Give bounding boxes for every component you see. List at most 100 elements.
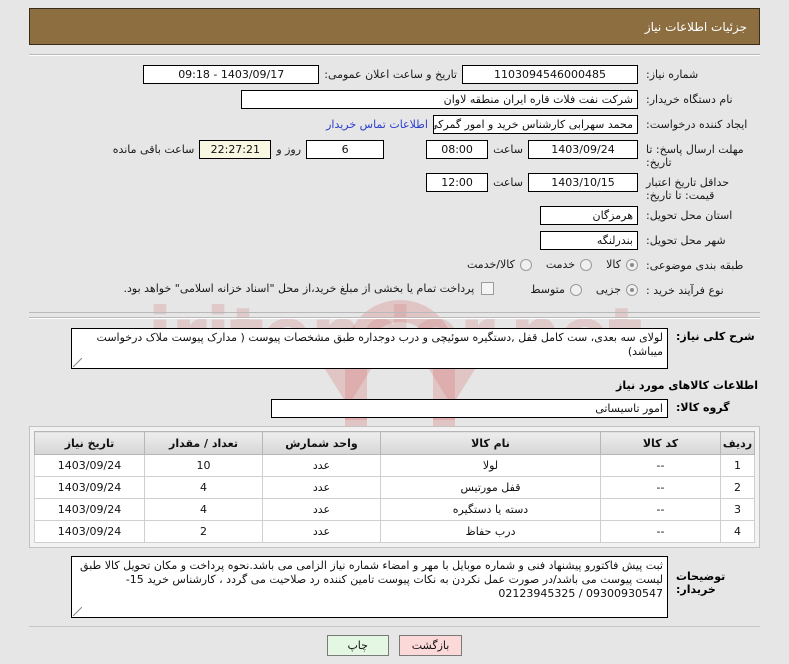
buyer-contact-link[interactable]: اطلاعات تماس خریدار — [321, 118, 433, 131]
buyer-organization-field[interactable]: شرکت نفت فلات قاره ایران منطقه لاوان — [241, 90, 638, 109]
print-button[interactable]: چاپ — [326, 635, 389, 656]
countdown-field[interactable]: 22:27:21 — [199, 140, 272, 159]
cell-need-date: 1403/09/24 — [34, 454, 145, 477]
radio-process-medium-label: متوسط — [530, 283, 565, 296]
request-creator-field[interactable]: محمد سهرابی کارشناس خرید و امور گمرکی شر… — [433, 115, 638, 134]
radio-dot-icon — [626, 258, 638, 271]
radio-category-goods[interactable]: کالا — [606, 258, 638, 271]
footer-button-bar: بازگشت چاپ — [0, 635, 789, 656]
cell-radif: 3 — [720, 498, 755, 521]
cell-unit: عدد — [262, 454, 381, 477]
column-header-unit: واحد شمارش — [262, 431, 381, 455]
table-row: 4 -- درب حفاظ عدد 2 1403/09/24 — [34, 520, 755, 543]
column-header-name: نام کالا — [380, 431, 601, 455]
radio-category-service-label: خدمت — [545, 258, 576, 271]
announce-datetime-label: تاریخ و ساعت اعلان عمومی: — [324, 68, 457, 81]
cell-radif: 2 — [720, 476, 755, 499]
need-number-field[interactable]: 1103094546000485 — [462, 65, 638, 84]
row-delivery-province: استان محل تحویل: هرمزگان — [29, 206, 760, 227]
general-description-textarea[interactable]: لولای سه بعدی، ست کامل قفل ,دستگیره سوئی… — [71, 328, 668, 369]
row-reply-deadline: مهلت ارسال پاسخ: تا تاریخ: 1403/09/24 سا… — [29, 140, 760, 169]
buyer-organization-label: نام دستگاه خریدار: — [646, 93, 733, 106]
remaining-days-field[interactable]: 6 — [306, 140, 385, 159]
row-price-validity: حداقل تاریخ اعتبار قیمت: تا تاریخ: 1403/… — [29, 173, 760, 202]
page-header-bar: جزئیات اطلاعات نیاز — [29, 8, 760, 45]
table-row: 1 -- لولا عدد 10 1403/09/24 — [34, 454, 755, 477]
reply-deadline-label: مهلت ارسال پاسخ: تا تاریخ: — [646, 143, 744, 169]
page-title: جزئیات اطلاعات نیاز — [644, 19, 747, 34]
purchase-process-radio-group: جزیی متوسط — [516, 281, 638, 296]
divider-above-buttons — [29, 626, 760, 627]
column-header-radif: ردیف — [720, 431, 755, 455]
delivery-province-label: استان محل تحویل: — [646, 209, 733, 222]
need-info-panel: شماره نیاز: 1103094546000485 تاریخ و ساع… — [29, 54, 760, 313]
cell-need-date: 1403/09/24 — [34, 498, 145, 521]
goods-group-label: گروه کالا: — [676, 401, 730, 414]
row-request-creator: ایجاد کننده درخواست: محمد سهرابی کارشناس… — [29, 115, 760, 136]
general-description-section: شرح کلی نیاز: لولای سه بعدی، ست کامل قفل… — [29, 319, 760, 369]
radio-category-service[interactable]: خدمت — [545, 258, 593, 271]
column-header-quantity: تعداد / مقدار — [144, 431, 263, 455]
row-delivery-city: شهر محل تحویل: بندرلنگه — [29, 231, 760, 252]
radio-process-minor-label: جزیی — [595, 283, 621, 296]
request-creator-label: ایجاد کننده درخواست: — [646, 118, 748, 131]
cell-unit: عدد — [262, 520, 381, 543]
subject-classification-radio-group: کالا خدمت کالا/خدمت — [453, 256, 638, 271]
goods-table-wrapper: ردیف کد کالا نام کالا واحد شمارش تعداد /… — [29, 426, 760, 548]
cell-radif: 1 — [720, 454, 755, 477]
table-row: 2 -- قفل مورتیس عدد 4 1403/09/24 — [34, 476, 755, 499]
checkbox-icon[interactable] — [481, 282, 495, 295]
reply-deadline-time-label: ساعت — [493, 143, 523, 156]
remaining-days-label: روز و — [276, 143, 302, 156]
goods-section-title: اطلاعات کالاهای مورد نیاز — [616, 379, 758, 392]
delivery-city-field[interactable]: بندرلنگه — [540, 231, 638, 250]
resize-grip-icon[interactable] — [73, 607, 82, 616]
cell-quantity: 4 — [144, 476, 263, 499]
cell-code: -- — [600, 454, 721, 477]
need-number-label: شماره نیاز: — [646, 68, 699, 81]
general-description-label: شرح کلی نیاز: — [676, 330, 755, 343]
buyer-notes-section: توضیحات خریدار: ثبت پیش فاکتورو پیشنهاد … — [29, 548, 760, 618]
cell-quantity: 4 — [144, 498, 263, 521]
radio-dot-icon — [519, 258, 532, 271]
goods-table: ردیف کد کالا نام کالا واحد شمارش تعداد /… — [34, 431, 755, 543]
treasury-bond-checkbox-label: پرداخت تمام یا بخشی از مبلغ خرید،از محل … — [123, 282, 475, 295]
cell-quantity: 2 — [144, 520, 263, 543]
purchase-process-label: نوع فرآیند خرید : — [646, 284, 724, 297]
radio-category-goods-service-label: کالا/خدمت — [467, 258, 515, 271]
goods-group-section: گروه کالا: امور تاسیساتی — [29, 392, 760, 418]
page-root: جزئیات اطلاعات نیاز شماره نیاز: 11030945… — [0, 8, 789, 664]
treasury-bond-checkbox-wrap[interactable]: پرداخت تمام یا بخشی از مبلغ خرید،از محل … — [124, 282, 495, 295]
row-need-number: شماره نیاز: 1103094546000485 تاریخ و ساع… — [29, 65, 760, 86]
cell-unit: عدد — [262, 498, 381, 521]
cell-quantity: 10 — [144, 454, 263, 477]
price-validity-label: حداقل تاریخ اعتبار قیمت: تا تاریخ: — [646, 176, 730, 202]
cell-name: قفل مورتیس — [380, 476, 601, 499]
subject-classification-label: طبقه بندی موضوعی: — [646, 259, 744, 272]
price-validity-date-field[interactable]: 1403/10/15 — [528, 173, 638, 192]
price-validity-time-field[interactable]: 12:00 — [426, 173, 489, 192]
reply-deadline-time-field[interactable]: 08:00 — [426, 140, 489, 159]
announce-datetime-field[interactable]: 1403/09/17 - 09:18 — [143, 65, 320, 84]
cell-need-date: 1403/09/24 — [34, 476, 145, 499]
row-purchase-process: نوع فرآیند خرید : جزیی متوسط پرداخت تمام… — [29, 281, 760, 302]
goods-group-field[interactable]: امور تاسیساتی — [271, 399, 668, 418]
cell-code: -- — [600, 520, 721, 543]
price-validity-time-label: ساعت — [493, 176, 523, 189]
back-button[interactable]: بازگشت — [398, 635, 463, 656]
cell-radif: 4 — [720, 520, 755, 543]
buyer-notes-textarea[interactable]: ثبت پیش فاکتورو پیشنهاد فنی و شماره موبا… — [71, 556, 668, 618]
cell-name: دسته یا دستگیره — [380, 498, 601, 521]
cell-unit: عدد — [262, 476, 381, 499]
cell-code: -- — [600, 498, 721, 521]
radio-dot-icon — [580, 258, 593, 271]
row-buyer-organization: نام دستگاه خریدار: شرکت نفت فلات قاره ای… — [29, 90, 760, 111]
radio-process-medium[interactable]: متوسط — [530, 283, 582, 296]
table-row: 3 -- دسته یا دستگیره عدد 4 1403/09/24 — [34, 498, 755, 521]
radio-category-goods-service[interactable]: کالا/خدمت — [467, 258, 532, 271]
delivery-province-field[interactable]: هرمزگان — [540, 206, 638, 225]
radio-dot-icon — [569, 283, 582, 296]
radio-process-minor[interactable]: جزیی — [596, 283, 638, 296]
resize-grip-icon[interactable] — [73, 358, 82, 367]
reply-deadline-date-field[interactable]: 1403/09/24 — [528, 140, 638, 159]
